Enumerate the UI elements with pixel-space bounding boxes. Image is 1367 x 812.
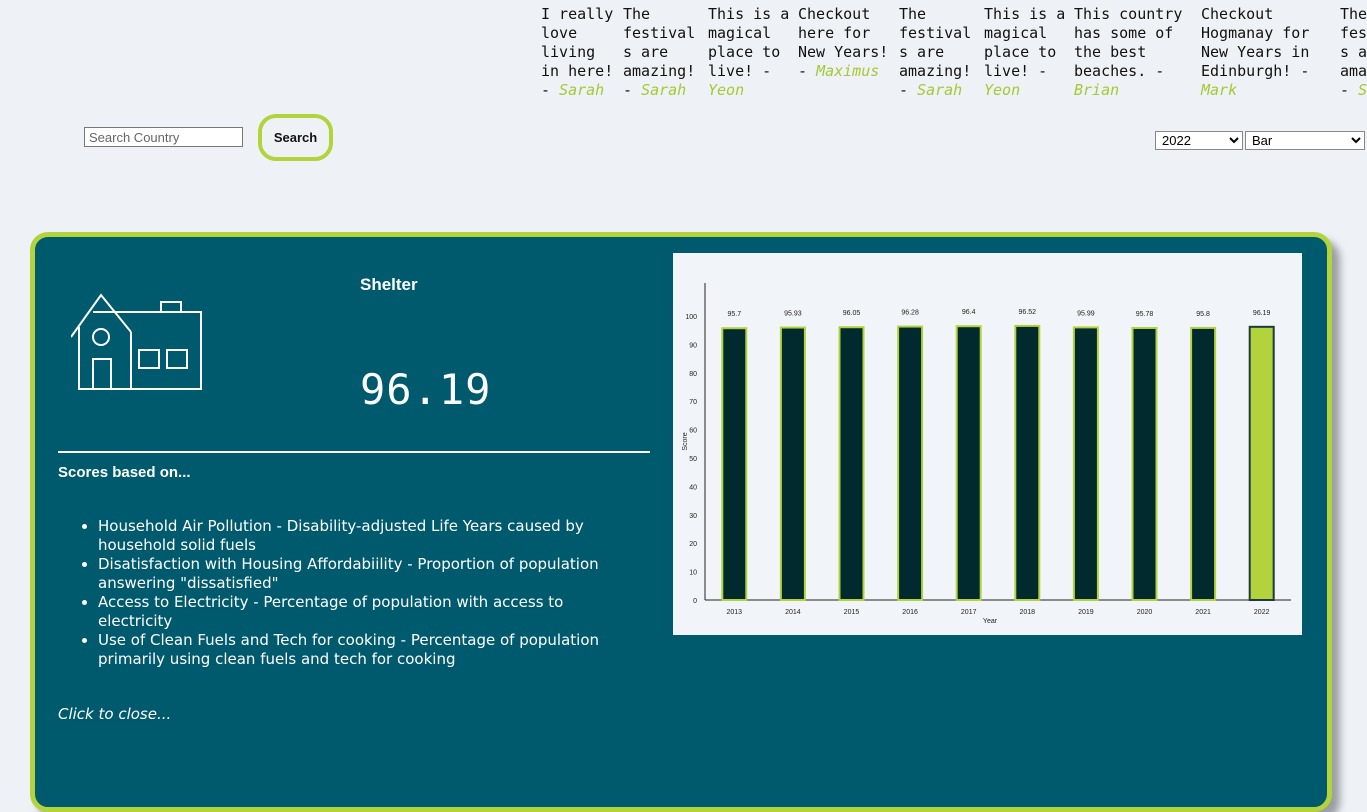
criteria-item: Use of Clean Fuels and Tech for cooking … xyxy=(98,631,638,669)
y-tick-label: 90 xyxy=(689,342,697,349)
divider xyxy=(58,451,650,453)
data-label: 95.99 xyxy=(1077,310,1095,317)
data-label: 95.78 xyxy=(1136,311,1154,318)
y-tick-label: 30 xyxy=(689,513,697,520)
y-tick-label: 80 xyxy=(689,371,697,378)
data-label: 95.8 xyxy=(1196,311,1210,318)
quote-author: Brian xyxy=(1074,81,1120,99)
scores-heading: Scores based on... xyxy=(58,464,191,481)
bar-chart-svg: 0 10 20 30 40 50 60 70 80 90 100 95.7 2013 95.93 2014 9… xyxy=(682,283,1291,625)
ticker-quote: Checkout here for New Years! - Maximus xyxy=(798,5,889,80)
y-tick-label: 100 xyxy=(685,314,697,321)
house-icon xyxy=(70,292,206,396)
quote-author: Sarah xyxy=(917,81,963,99)
ticker-quote: This is a magical place to live! -Yeon xyxy=(708,5,790,99)
x-tick-label: 2013 xyxy=(727,609,743,616)
quote-author: Sarah xyxy=(641,81,687,99)
bar xyxy=(721,327,748,601)
bar xyxy=(779,326,806,601)
y-tick-label: 40 xyxy=(689,484,697,491)
x-tick-label: 2021 xyxy=(1195,609,1211,616)
data-label: 96.52 xyxy=(1019,309,1037,316)
data-label: 95.93 xyxy=(784,311,802,318)
quote-author: Maximus xyxy=(816,62,880,80)
criteria-list: Household Air Pollution - Disability-adj… xyxy=(58,517,638,669)
bar xyxy=(1248,325,1275,601)
x-tick-label: 2020 xyxy=(1137,609,1153,616)
quote-author: Yeon xyxy=(708,81,745,99)
y-tick-label: 70 xyxy=(689,399,697,406)
category-detail-card[interactable]: Shelter 96.19 Scores based on... Househo… xyxy=(30,232,1332,812)
quote-author: Sarah xyxy=(559,81,605,99)
x-tick-label: 2019 xyxy=(1078,609,1094,616)
data-label: 95.7 xyxy=(727,311,741,318)
quote-author: Mark xyxy=(1201,81,1238,99)
close-link[interactable]: Click to close... xyxy=(58,705,171,723)
x-tick-label: 2015 xyxy=(844,609,860,616)
y-tick-label: 20 xyxy=(689,541,697,548)
card-score: 96.19 xyxy=(360,365,492,414)
data-label: 96.05 xyxy=(843,310,861,317)
score-chart: 0 10 20 30 40 50 60 70 80 90 100 95.7 2013 95.93 2014 9… xyxy=(673,253,1302,635)
y-tick-label: 0 xyxy=(693,598,697,605)
x-axis-label: Year xyxy=(983,618,998,625)
bar xyxy=(1014,324,1041,601)
criteria-item: Access to Electricity - Percentage of po… xyxy=(98,593,638,631)
bar xyxy=(1190,326,1217,601)
bar xyxy=(1072,326,1099,601)
data-label: 96.4 xyxy=(962,309,976,316)
ticker-quote: I really love living in here! - Sarah xyxy=(541,5,614,99)
x-tick-label: 2018 xyxy=(1020,609,1036,616)
x-tick-label: 2014 xyxy=(785,609,801,616)
bar xyxy=(955,325,982,601)
year-select[interactable]: 2022 xyxy=(1155,131,1243,150)
x-tick-label: 2022 xyxy=(1254,609,1270,616)
ticker-quote: This is a magical place to live! -Yeon xyxy=(984,5,1066,99)
ticker-quote: The festivals are amazing! - Sarah xyxy=(1340,5,1367,100)
y-axis-label: Score xyxy=(682,432,689,450)
ticker-quote: The festivals are amazing! - Sarah xyxy=(899,5,972,99)
search-button[interactable]: Search xyxy=(258,114,333,161)
bar xyxy=(1131,326,1158,601)
y-tick-label: 10 xyxy=(689,570,697,577)
x-tick-label: 2017 xyxy=(961,609,977,616)
ticker-quote: The festivals are amazing! - Sarah xyxy=(623,5,696,99)
testimonial-ticker: I really love living in here! - Sarah Th… xyxy=(541,5,1367,105)
data-label: 96.19 xyxy=(1253,310,1271,317)
x-tick-label: 2016 xyxy=(902,609,918,616)
criteria-item: Disatisfaction with Housing Affordabiili… xyxy=(98,555,638,593)
y-tick-label: 50 xyxy=(689,456,697,463)
bar xyxy=(838,326,865,602)
data-label: 96.28 xyxy=(901,310,919,317)
quote-author: Yeon xyxy=(984,81,1021,99)
ticker-quote: This country has some of the best beache… xyxy=(1074,5,1183,99)
card-title: Shelter xyxy=(360,275,418,294)
chart-type-select[interactable]: Bar xyxy=(1245,131,1365,150)
bar xyxy=(897,325,924,602)
search-country-input[interactable] xyxy=(84,127,243,147)
ticker-quote: Checkout Hogmanay for New Years in Edinb… xyxy=(1201,5,1310,99)
quote-author: Sarah xyxy=(1358,81,1367,99)
y-tick-label: 60 xyxy=(689,428,697,435)
criteria-item: Household Air Pollution - Disability-adj… xyxy=(98,517,638,555)
